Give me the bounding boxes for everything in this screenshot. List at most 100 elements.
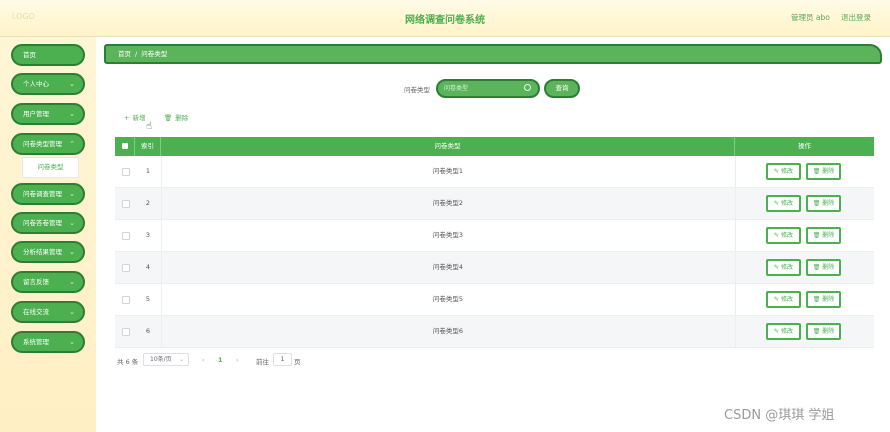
edit-button[interactable]: ✎ 修改: [766, 291, 801, 308]
chevron-down-icon: ⌄: [69, 80, 75, 88]
delete-button[interactable]: 🗑 删除: [806, 291, 841, 308]
trash-icon: 🗑: [164, 114, 173, 122]
watermark: CSDN @琪琪 学姐: [724, 408, 835, 423]
chevron-down-icon: ⌄: [69, 278, 75, 286]
next-page-button[interactable]: ›: [236, 356, 239, 364]
prev-page-button[interactable]: ‹: [202, 356, 205, 364]
sidebar-item-7[interactable]: 留言反馈 ⌄: [11, 271, 85, 293]
row-checkbox[interactable]: [122, 264, 130, 272]
row-type: 问卷类型1: [432, 167, 464, 175]
sidebar-item-label: 在线交流: [23, 308, 49, 316]
table-header: 索引 问卷类型 操作: [115, 137, 874, 156]
search-field[interactable]: [436, 79, 540, 98]
column-divider: [735, 156, 736, 187]
page-size-select[interactable]: 10条/页 ⌄: [143, 353, 189, 366]
sidebar-item-9[interactable]: 系统管理 ⌄: [11, 331, 85, 353]
sidebar-item-2[interactable]: 用户管理 ⌄: [11, 103, 85, 125]
sidebar-subitem-questionnaire-type[interactable]: 问卷类型: [22, 157, 79, 178]
search-input[interactable]: [444, 83, 520, 94]
row-type: 问卷类型5: [432, 295, 464, 303]
goto-label: 前往: [256, 358, 269, 366]
query-button[interactable]: 查询: [544, 79, 580, 98]
sidebar-item-8[interactable]: 在线交流 ⌄: [11, 301, 85, 323]
edit-button[interactable]: ✎ 修改: [766, 227, 801, 244]
sidebar-item-5[interactable]: 问卷答卷管理 ⌄: [11, 212, 85, 234]
trash-icon: 🗑: [812, 328, 823, 335]
sidebar-item-label: 个人中心: [23, 80, 49, 88]
row-index: 6: [145, 327, 151, 335]
sidebar-item-label: 问卷答卷管理: [23, 219, 62, 227]
sidebar-item-label: 分析结果管理: [23, 248, 62, 256]
row-type: 问卷类型6: [432, 327, 464, 335]
sidebar-item-label: 问卷调查管理: [23, 190, 62, 198]
edit-button[interactable]: ✎ 修改: [766, 259, 801, 276]
header-type: 问卷类型: [161, 137, 735, 156]
delete-button[interactable]: 🗑 删除: [806, 195, 841, 212]
pointer-cursor-icon: ☝: [146, 121, 153, 132]
edit-icon: ✎: [774, 200, 781, 207]
trash-icon: 🗑: [812, 168, 823, 175]
row-type: 问卷类型3: [432, 231, 464, 239]
row-index: 3: [145, 231, 151, 239]
edit-button[interactable]: ✎ 修改: [766, 323, 801, 340]
search-label: 问卷类型: [404, 86, 430, 94]
chevron-down-icon: ⌄: [69, 219, 75, 227]
row-index: 2: [145, 199, 151, 207]
header-index: 索引: [135, 137, 161, 156]
row-checkbox[interactable]: [122, 200, 130, 208]
sidebar-item-3[interactable]: 问卷类型管理 ⌃: [11, 133, 85, 155]
row-index: 5: [145, 295, 151, 303]
delete-button[interactable]: 🗑 删除: [806, 323, 841, 340]
plus-icon: +: [124, 114, 130, 122]
table-row: 5 问卷类型5 ✎ 修改 🗑 删除: [115, 284, 874, 316]
row-checkbox[interactable]: [122, 168, 130, 176]
delete-button[interactable]: 🗑 删除: [806, 163, 841, 180]
delete-button[interactable]: 🗑 删除: [806, 259, 841, 276]
sidebar-item-label: 系统管理: [23, 338, 49, 346]
table-row: 3 问卷类型3 ✎ 修改 🗑 删除: [115, 220, 874, 252]
header-ops: 操作: [798, 142, 811, 150]
table-row: 2 问卷类型2 ✎ 修改 🗑 删除: [115, 188, 874, 220]
sidebar-item-6[interactable]: 分析结果管理 ⌄: [11, 241, 85, 263]
breadcrumb-home[interactable]: 首页: [118, 50, 131, 58]
row-checkbox[interactable]: [122, 328, 130, 336]
batch-delete-button[interactable]: 🗑 删除: [164, 112, 188, 122]
delete-button[interactable]: 🗑 删除: [806, 227, 841, 244]
table-row: 4 问卷类型4 ✎ 修改 🗑 删除: [115, 252, 874, 284]
breadcrumb-separator: /: [135, 50, 138, 58]
chevron-down-icon: ⌄: [178, 356, 184, 363]
edit-button[interactable]: ✎ 修改: [766, 163, 801, 180]
column-divider: [735, 252, 736, 283]
chevron-down-icon: ⌄: [69, 190, 75, 198]
select-all-cell: [115, 137, 135, 156]
sidebar-item-1[interactable]: 个人中心 ⌄: [11, 73, 85, 95]
chevron-down-icon: ⌄: [69, 110, 75, 118]
logout-link[interactable]: 退出登录: [841, 12, 871, 23]
chevron-down-icon: ⌄: [69, 308, 75, 316]
pagination-total: 共 6 条: [117, 358, 139, 366]
row-checkbox[interactable]: [122, 232, 130, 240]
edit-icon: ✎: [774, 296, 781, 303]
column-divider: [735, 316, 736, 347]
edit-icon: ✎: [774, 232, 781, 239]
row-checkbox[interactable]: [122, 296, 130, 304]
sidebar-item-0[interactable]: 首页: [11, 44, 85, 66]
sidebar-item-label: 问卷类型管理: [23, 140, 62, 148]
edit-button[interactable]: ✎ 修改: [766, 195, 801, 212]
chevron-up-icon: ⌃: [69, 140, 75, 148]
add-button[interactable]: + 新增: [124, 112, 145, 122]
row-index: 1: [145, 167, 151, 175]
sidebar-item-label: 首页: [23, 51, 36, 59]
sidebar-item-label: 用户管理: [23, 110, 49, 118]
table-row: 6 问卷类型6 ✎ 修改 🗑 删除: [115, 316, 874, 348]
goto-page-input[interactable]: 1: [273, 353, 292, 366]
table-row: 1 问卷类型1 ✎ 修改 🗑 删除: [115, 156, 874, 188]
column-divider: [735, 220, 736, 251]
breadcrumb-current: 问卷类型: [141, 50, 168, 58]
row-type: 问卷类型2: [432, 199, 464, 207]
select-all-checkbox[interactable]: [122, 143, 128, 149]
page-number-current[interactable]: 1: [218, 356, 223, 364]
page-suffix: 页: [294, 358, 301, 366]
sidebar-item-4[interactable]: 问卷调查管理 ⌄: [11, 183, 85, 205]
chevron-down-icon: ⌄: [69, 248, 75, 256]
